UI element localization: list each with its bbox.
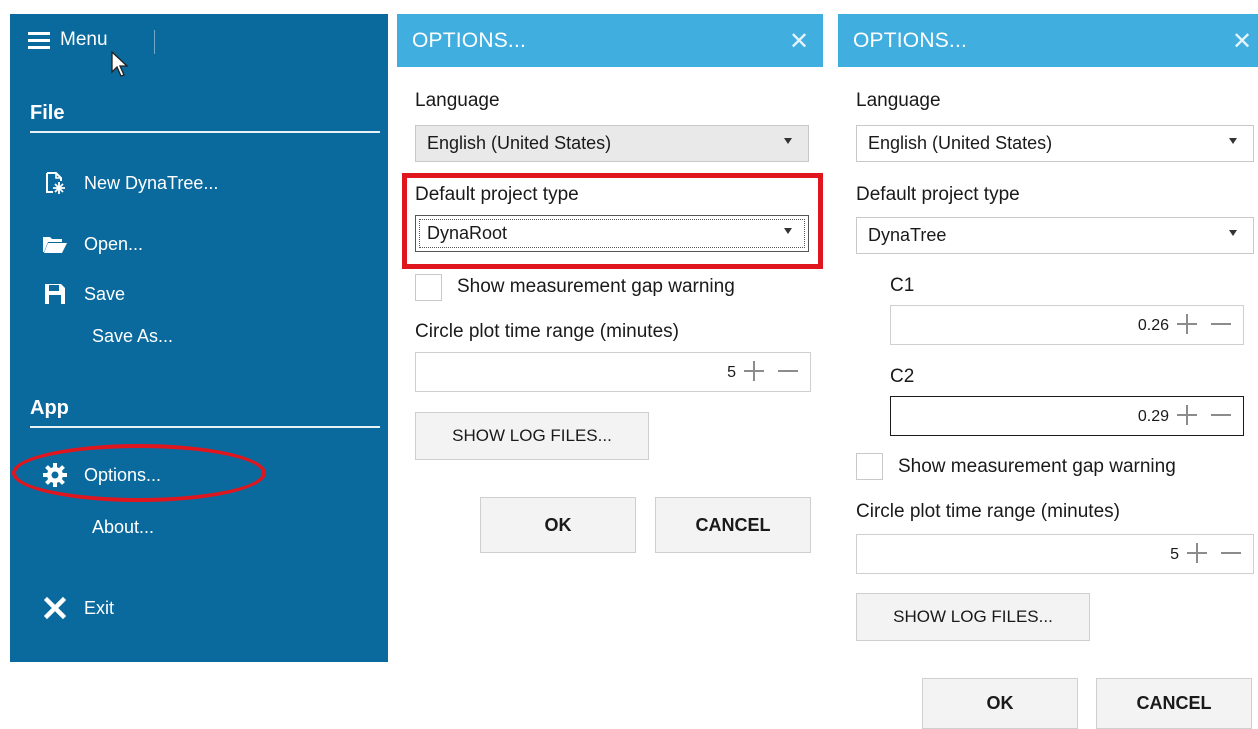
folder-open-icon	[42, 232, 68, 256]
focus-rect	[419, 219, 805, 248]
close-icon[interactable]: ✕	[1232, 27, 1252, 56]
file-section-divider	[30, 131, 380, 133]
time-range-value: 5	[727, 364, 736, 381]
gap-warning-checkbox[interactable]	[856, 453, 883, 480]
menu-item-exit[interactable]: Exit	[42, 591, 114, 625]
file-section-title: File	[30, 102, 65, 124]
time-range-value: 5	[1170, 546, 1179, 563]
show-log-files-button[interactable]: SHOW LOG FILES...	[415, 412, 649, 460]
menu-item-open[interactable]: Open...	[42, 227, 143, 261]
project-type-select[interactable]: DynaTree	[856, 217, 1254, 254]
time-range-label: Circle plot time range (minutes)	[856, 501, 1120, 522]
dropdown-arrow-icon	[784, 138, 792, 144]
menu-item-label: Save As...	[92, 325, 174, 346]
gap-warning-checkbox[interactable]	[415, 274, 442, 301]
language-label: Language	[415, 90, 500, 111]
language-label: Language	[856, 90, 941, 111]
gap-warning-label: Show measurement gap warning	[457, 276, 735, 297]
save-icon	[42, 282, 68, 306]
plus-icon[interactable]	[1177, 314, 1197, 334]
hamburger-icon[interactable]	[28, 31, 50, 49]
menu-item-about[interactable]: About...	[92, 510, 154, 544]
dialog-header: OPTIONS... ✕	[838, 14, 1258, 67]
menu-title[interactable]: Menu	[60, 29, 108, 51]
app-section-title: App	[30, 397, 69, 419]
menu-item-save-as[interactable]: Save As...	[92, 319, 173, 353]
minus-icon[interactable]	[1221, 552, 1241, 554]
language-select[interactable]: English (United States)	[856, 125, 1254, 162]
c2-label: C2	[890, 366, 915, 387]
c2-value: 0.29	[1137, 408, 1169, 425]
dialog-header: OPTIONS... ✕	[397, 14, 823, 67]
project-type-select[interactable]: DynaRoot	[415, 215, 809, 252]
time-range-label: Circle plot time range (minutes)	[415, 321, 679, 342]
project-type-value: DynaTree	[868, 225, 947, 245]
menu-separator	[154, 30, 155, 54]
ok-button[interactable]: OK	[922, 678, 1078, 729]
side-menu: Menu File New DynaTree... Open... Save S…	[10, 14, 388, 662]
c1-value: 0.26	[1137, 317, 1169, 334]
plus-icon[interactable]	[1177, 405, 1197, 425]
c1-stepper[interactable]: 0.26	[890, 305, 1244, 345]
project-type-label: Default project type	[856, 184, 1020, 205]
close-icon[interactable]: ✕	[789, 27, 809, 56]
dialog-title: OPTIONS...	[853, 29, 968, 52]
app-section-divider	[30, 426, 380, 428]
menu-item-label: Save	[84, 283, 126, 304]
dialog-title: OPTIONS...	[412, 29, 527, 52]
menu-item-save[interactable]: Save	[42, 277, 125, 311]
language-value: English (United States)	[427, 133, 612, 153]
options-dialog-left: OPTIONS... ✕ Language English (United St…	[397, 14, 823, 614]
ok-button[interactable]: OK	[480, 497, 636, 553]
language-select[interactable]: English (United States)	[415, 125, 809, 162]
dropdown-arrow-icon	[1229, 138, 1237, 144]
menu-item-label: About...	[92, 516, 155, 537]
dropdown-arrow-icon	[784, 228, 792, 234]
menu-item-new-dynatree[interactable]: New DynaTree...	[42, 166, 218, 200]
cancel-button[interactable]: CANCEL	[655, 497, 811, 553]
c2-stepper[interactable]: 0.29	[890, 396, 1244, 436]
cancel-button[interactable]: CANCEL	[1096, 678, 1252, 729]
minus-icon[interactable]	[1211, 323, 1231, 325]
menu-item-label: New DynaTree...	[84, 172, 219, 193]
minus-icon[interactable]	[1211, 414, 1231, 416]
c1-label: C1	[890, 275, 915, 296]
mouse-cursor-icon	[111, 51, 129, 77]
language-value: English (United States)	[868, 133, 1053, 153]
plus-icon[interactable]	[744, 361, 764, 381]
time-range-stepper[interactable]: 5	[856, 534, 1254, 574]
new-file-icon	[42, 171, 68, 195]
menu-item-label: Open...	[84, 233, 144, 254]
options-dialog-right: OPTIONS... ✕ Language English (United St…	[838, 14, 1258, 729]
menu-topbar: Menu	[10, 14, 388, 77]
plus-icon[interactable]	[1187, 543, 1207, 563]
highlight-ellipse	[12, 444, 266, 502]
project-type-label: Default project type	[415, 184, 579, 205]
menu-item-label: Exit	[84, 597, 115, 618]
dropdown-arrow-icon	[1229, 230, 1237, 236]
show-log-files-button[interactable]: SHOW LOG FILES...	[856, 593, 1090, 641]
minus-icon[interactable]	[778, 370, 798, 372]
gap-warning-label: Show measurement gap warning	[898, 456, 1176, 477]
time-range-stepper[interactable]: 5	[415, 352, 811, 392]
close-x-icon	[42, 596, 68, 620]
